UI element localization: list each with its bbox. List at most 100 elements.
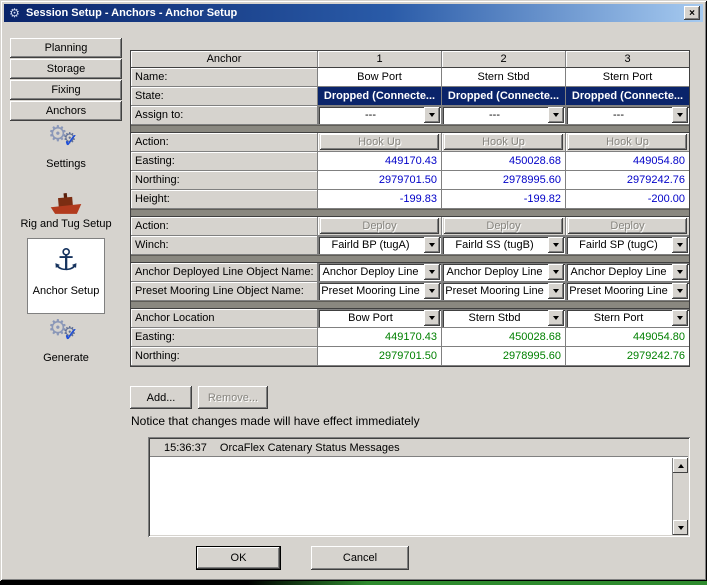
location-easting-value: 449054.80 — [566, 328, 689, 347]
row-label: Action: — [131, 133, 318, 152]
scroll-down-icon[interactable] — [673, 520, 688, 535]
height-value: -199.83 — [318, 190, 442, 209]
table-row-mooring-line: Preset Mooring Line Object Name: Preset … — [131, 282, 689, 301]
height-value: -200.00 — [566, 190, 689, 209]
deployed-line-select[interactable]: Anchor Deploy Line — [442, 263, 565, 281]
table-row-winch: Winch: Fairld BP (tugA) Fairld SS (tugB)… — [131, 236, 689, 255]
log-timestamp: 15:36:37 — [164, 442, 207, 454]
table-corner-header: Anchor — [131, 51, 318, 68]
anchor-location-select[interactable]: Stern Stbd — [442, 309, 565, 327]
location-easting-value: 449170.43 — [318, 328, 442, 347]
cancel-button[interactable]: Cancel — [311, 546, 409, 570]
winch-select[interactable]: Fairld SS (tugB) — [442, 236, 565, 254]
gears-check-icon: ⚙ ⚙ ✓ — [46, 320, 86, 350]
northing-value: 2979242.76 — [566, 171, 689, 190]
section-divider — [131, 125, 689, 133]
chevron-down-icon — [672, 264, 688, 280]
scroll-up-icon[interactable] — [673, 458, 688, 473]
table-row-northing: Northing: 2979701.50 2978995.60 2979242.… — [131, 171, 689, 190]
row-label: Assign to: — [131, 106, 318, 125]
winch-select[interactable]: Fairld BP (tugA) — [318, 236, 441, 254]
sidebar-tab-fixing[interactable]: Fixing — [10, 80, 122, 100]
notice-text: Notice that changes made will have effec… — [131, 414, 420, 428]
row-label: Height: — [131, 190, 318, 209]
row-label: Northing: — [131, 347, 318, 366]
table-row-height: Height: -199.83 -199.82 -200.00 — [131, 190, 689, 209]
chevron-down-icon — [672, 310, 688, 326]
assign-to-select[interactable]: --- — [566, 106, 689, 124]
session-setup-dialog: ⚙ Session Setup - Anchors - Anchor Setup… — [0, 0, 707, 581]
chevron-down-icon — [424, 310, 440, 326]
row-label: Anchor Deployed Line Object Name: — [131, 263, 318, 282]
chevron-down-icon — [548, 107, 564, 123]
anchor-location-select[interactable]: Stern Port — [566, 309, 689, 327]
row-label: Northing: — [131, 171, 318, 190]
location-northing-value: 2978995.60 — [442, 347, 566, 366]
anchor-name-cell[interactable]: Stern Port — [566, 68, 689, 87]
tool-generate-label: Generate — [10, 352, 122, 364]
chevron-down-icon — [672, 283, 688, 299]
easting-value: 450028.68 — [442, 152, 566, 171]
chevron-down-icon — [548, 264, 564, 280]
column-header-1: 1 — [318, 51, 442, 68]
tool-generate[interactable]: ⚙ ⚙ ✓ Generate — [10, 320, 122, 364]
tool-anchor-setup-label: Anchor Setup — [28, 285, 104, 297]
chevron-down-icon — [672, 107, 688, 123]
window-title: Session Setup - Anchors - Anchor Setup — [26, 7, 684, 19]
table-row-location-northing: Northing: 2979701.50 2978995.60 2979242.… — [131, 347, 689, 366]
anchor-name-cell[interactable]: Bow Port — [318, 68, 442, 87]
deployed-line-select[interactable]: Anchor Deploy Line — [318, 263, 441, 281]
add-button[interactable]: Add... — [130, 386, 192, 409]
mooring-line-select[interactable]: Preset Mooring Line — [318, 282, 441, 300]
row-label: Winch: — [131, 236, 318, 255]
assign-to-select[interactable]: --- — [442, 106, 565, 124]
table-row-action-deploy: Action: Deploy Deploy Deploy — [131, 217, 689, 236]
chevron-down-icon — [672, 237, 688, 253]
close-icon[interactable]: × — [684, 6, 700, 20]
chevron-down-icon — [424, 283, 440, 299]
status-log-panel: 15:36:37 OrcaFlex Catenary Status Messag… — [148, 437, 690, 537]
column-header-2: 2 — [442, 51, 566, 68]
hook-up-button[interactable]: Hook Up — [568, 134, 687, 150]
scrollbar[interactable] — [672, 458, 688, 535]
location-northing-value: 2979242.76 — [566, 347, 689, 366]
deploy-button[interactable]: Deploy — [568, 218, 687, 234]
sidebar-tab-storage[interactable]: Storage — [10, 59, 122, 79]
mooring-line-select[interactable]: Preset Mooring Line — [442, 282, 565, 300]
row-label: Name: — [131, 68, 318, 87]
log-header: 15:36:37 OrcaFlex Catenary Status Messag… — [150, 439, 688, 457]
section-divider — [131, 301, 689, 309]
tug-icon — [48, 192, 84, 216]
tool-anchor-setup[interactable]: ⚓ Anchor Setup — [27, 238, 105, 314]
anchor-state-cell[interactable]: Dropped (Connecte... — [566, 87, 689, 106]
table-row-name: Name: Bow Port Stern Stbd Stern Port — [131, 68, 689, 87]
hook-up-button[interactable]: Hook Up — [444, 134, 563, 150]
table-header-row: Anchor 1 2 3 — [131, 51, 689, 68]
row-label: Action: — [131, 217, 318, 236]
table-row-assign-to: Assign to: --- --- --- — [131, 106, 689, 125]
anchor-state-cell[interactable]: Dropped (Connecte... — [442, 87, 566, 106]
assign-to-select[interactable]: --- — [318, 106, 441, 124]
anchor-location-select[interactable]: Bow Port — [318, 309, 441, 327]
ok-button[interactable]: OK — [196, 546, 281, 570]
log-messages-area — [150, 458, 672, 535]
location-easting-value: 450028.68 — [442, 328, 566, 347]
anchor-name-cell[interactable]: Stern Stbd — [442, 68, 566, 87]
anchor-state-cell[interactable]: Dropped (Connecte... — [318, 87, 442, 106]
tool-rig-and-tug-setup[interactable]: Rig and Tug Setup — [10, 192, 122, 230]
winch-select[interactable]: Fairld SP (tugC) — [566, 236, 689, 254]
chevron-down-icon — [424, 264, 440, 280]
deploy-button[interactable]: Deploy — [444, 218, 563, 234]
sidebar-tab-anchors[interactable]: Anchors — [10, 101, 122, 121]
mooring-line-select[interactable]: Preset Mooring Line — [566, 282, 689, 300]
column-header-3: 3 — [566, 51, 689, 68]
sidebar: Planning Storage Fixing Anchors — [10, 38, 122, 122]
deployed-line-select[interactable]: Anchor Deploy Line — [566, 263, 689, 281]
deploy-button[interactable]: Deploy — [320, 218, 439, 234]
hook-up-button[interactable]: Hook Up — [320, 134, 439, 150]
anchor-icon: ⚓ — [28, 239, 104, 283]
remove-button[interactable]: Remove... — [198, 386, 268, 409]
sidebar-tab-planning[interactable]: Planning — [10, 38, 122, 58]
tool-settings[interactable]: ⚙ ⚙ ✓ Settings — [10, 126, 122, 170]
app-icon: ⚙ — [7, 6, 22, 21]
